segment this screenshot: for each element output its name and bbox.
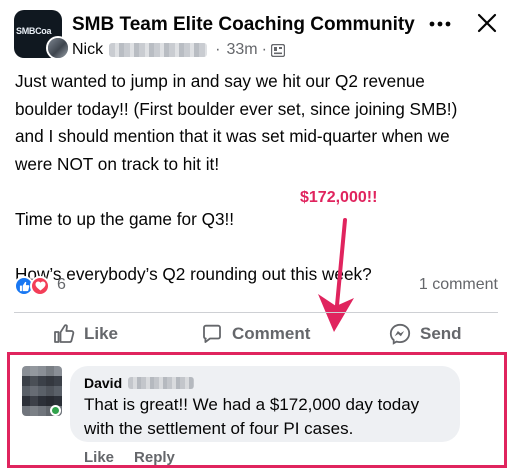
- comment-text-line: That is great!! We had a $172,000 day to…: [84, 395, 420, 414]
- group-name[interactable]: SMB Team Elite Coaching Community: [72, 14, 415, 36]
- divider: [14, 312, 498, 313]
- post-header: SMBCoa SMB Team Elite Coaching Community…: [0, 0, 512, 64]
- online-status-icon: [50, 405, 61, 416]
- comment-bubble: David That is great!! We had a $172,000 …: [70, 366, 460, 442]
- post-meta: Nick · 33m ·: [72, 41, 286, 59]
- reactions-summary: 6 1 comment: [14, 272, 498, 300]
- author-name[interactable]: Nick: [72, 41, 103, 59]
- speech-bubble-icon: [203, 324, 221, 343]
- like-label: Like: [84, 324, 119, 343]
- comment-label: Comment: [232, 324, 311, 343]
- commenter: David: [84, 374, 448, 392]
- post-line: were NOT on track to hit it!: [15, 153, 220, 174]
- post-line-break: [15, 178, 505, 206]
- comment-count[interactable]: 1 comment: [419, 276, 498, 294]
- comment-text-line: with the settlement of four PI cases.: [84, 419, 354, 438]
- close-icon[interactable]: [472, 8, 502, 38]
- group-icon: [270, 43, 286, 57]
- post-line: and I should mention that it was set mid…: [15, 126, 450, 146]
- love-reaction-icon: [30, 276, 50, 296]
- meta-separator-2: ·: [261, 41, 267, 58]
- post-line-break: [15, 233, 505, 261]
- post-line: Time to up the game for Q3!!: [15, 208, 235, 229]
- reaction-count[interactable]: 6: [57, 276, 66, 294]
- post-time[interactable]: 33m: [226, 41, 257, 59]
- messenger-icon: [389, 323, 411, 345]
- comment-button[interactable]: Comment: [200, 318, 310, 350]
- comment-actions: Like Reply: [84, 449, 195, 466]
- commenter-name-blurred: [128, 377, 195, 389]
- thumbs-up-icon: [54, 324, 75, 343]
- comment-like-link[interactable]: Like: [84, 449, 114, 466]
- post-line: boulder today!! (First boulder ever set,…: [15, 98, 458, 119]
- post-actions: Like Comment Send: [0, 318, 512, 350]
- group-logo: SMBCoa: [16, 26, 52, 36]
- post-body: Just wanted to jump in and say we hit ou…: [15, 68, 505, 288]
- post-line: Just wanted to jump in and say we hit ou…: [15, 71, 425, 91]
- comment-reply-link[interactable]: Reply: [134, 449, 175, 466]
- author-avatar[interactable]: [46, 36, 70, 60]
- more-dots-icon[interactable]: [426, 10, 454, 38]
- meta-separator: ·: [215, 41, 221, 58]
- author-name-blurred: [109, 43, 208, 57]
- commenter-name[interactable]: David: [84, 375, 122, 391]
- reaction-icons[interactable]: [14, 274, 54, 298]
- like-button[interactable]: Like: [52, 318, 118, 350]
- send-button[interactable]: Send: [388, 318, 462, 350]
- send-label: Send: [420, 324, 462, 343]
- annotation-label: $172,000!!: [300, 189, 378, 206]
